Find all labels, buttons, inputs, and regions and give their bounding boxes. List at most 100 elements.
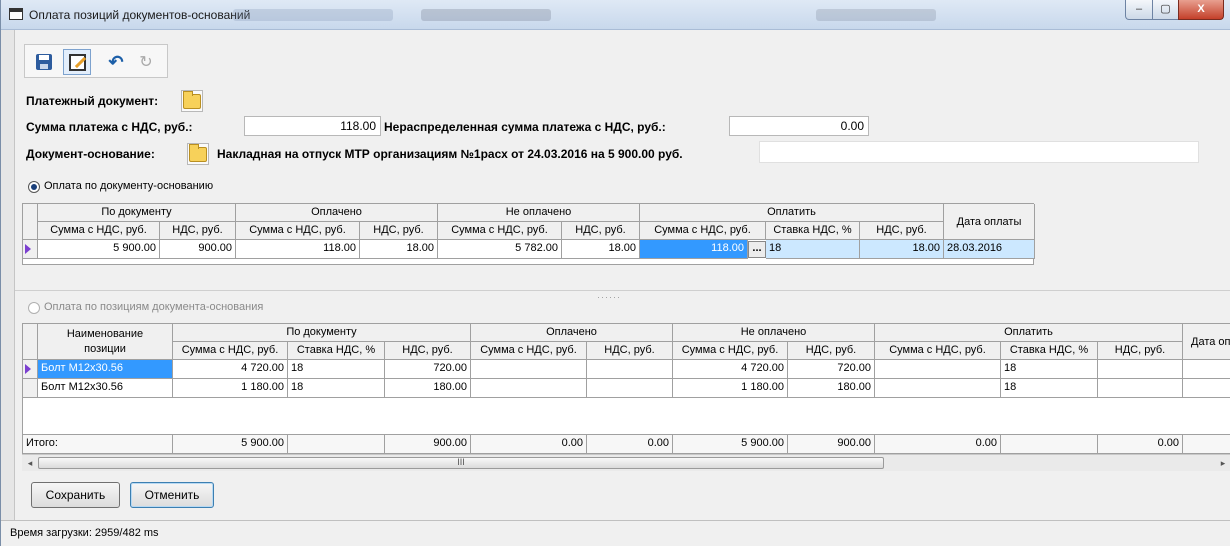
mode-by-document-label: Оплата по документу-основанию <box>44 180 214 192</box>
header-unpaid-sum[interactable]: Сумма с НДС, руб. <box>673 342 788 360</box>
header-paid-vat[interactable]: НДС, руб. <box>587 342 673 360</box>
mode-by-document-radio[interactable] <box>28 181 40 193</box>
splitter[interactable] <box>15 290 1230 293</box>
mode-by-items-radio[interactable] <box>28 302 40 314</box>
cell-topay-rate[interactable]: 18 <box>1001 360 1098 379</box>
cell-topay-vat[interactable]: 18.00 <box>860 240 944 259</box>
minimize-button[interactable]: ‒ <box>1125 0 1153 20</box>
cell-paid-sum[interactable] <box>471 379 587 398</box>
header-unpaid-vat[interactable]: НДС, руб. <box>562 222 640 240</box>
header-topay-vat[interactable]: НДС, руб. <box>1098 342 1183 360</box>
payment-sum-label: Сумма платежа с НДС, руб.: <box>26 120 193 134</box>
blurred-title-part <box>421 9 551 21</box>
payment-sum-field[interactable]: 118.00 <box>244 116 381 136</box>
header-unpaid-sum[interactable]: Сумма с НДС, руб. <box>438 222 562 240</box>
cell-payment-date[interactable] <box>1183 360 1230 379</box>
cell-doc-vat[interactable]: 900.00 <box>160 240 236 259</box>
cell-doc-vat[interactable]: 720.00 <box>385 360 471 379</box>
payment-doc-browse-button[interactable] <box>181 90 203 112</box>
refresh-tool-button[interactable]: ↻ <box>135 51 157 73</box>
cell-payment-date[interactable]: 28.03.2016 <box>944 240 1035 259</box>
cell-topay-vat[interactable] <box>1098 379 1183 398</box>
header-topay-sum[interactable]: Сумма с НДС, руб. <box>640 222 766 240</box>
group-paid: Оплачено <box>471 324 673 342</box>
cell-topay-rate[interactable]: 18 <box>1001 379 1098 398</box>
header-payment-date[interactable]: Дата оплаты <box>944 204 1035 240</box>
window-icon <box>9 8 23 20</box>
cancel-button[interactable]: Отменить <box>130 482 214 508</box>
cell-doc-sum[interactable]: 4 720.00 <box>173 360 288 379</box>
base-doc-browse-button[interactable] <box>187 143 209 165</box>
cell-item-name[interactable]: Болт М12х30.56 <box>38 360 173 379</box>
cell-unpaid-sum[interactable]: 4 720.00 <box>673 360 788 379</box>
header-topay-rate[interactable]: Ставка НДС, % <box>1001 342 1098 360</box>
group-to-pay: Оплатить <box>640 204 944 222</box>
row-indicator[interactable] <box>23 360 38 379</box>
total-doc-rate <box>288 434 385 454</box>
cell-unpaid-vat[interactable]: 720.00 <box>788 360 875 379</box>
header-item-name[interactable]: Наименование позиции <box>38 324 173 360</box>
cell-unpaid-vat[interactable]: 18.00 <box>562 240 640 259</box>
total-unpaid-vat: 900.00 <box>788 434 875 454</box>
total-paid-vat: 0.00 <box>587 434 673 454</box>
header-doc-sum[interactable]: Сумма с НДС, руб. <box>173 342 288 360</box>
cell-payment-date[interactable] <box>1183 379 1230 398</box>
total-topay-rate <box>1001 434 1098 454</box>
refresh-icon: ↻ <box>139 54 153 71</box>
cell-topay-rate[interactable]: 18 <box>766 240 860 259</box>
splitter-grip[interactable]: ······ <box>597 292 621 302</box>
group-unpaid: Не оплачено <box>673 324 875 342</box>
cell-unpaid-sum[interactable]: 5 782.00 <box>438 240 562 259</box>
horizontal-scrollbar[interactable]: ◂ III ▸ <box>22 454 1230 471</box>
cell-paid-sum[interactable]: 118.00 <box>236 240 360 259</box>
ellipsis-button[interactable]: ... <box>748 241 766 258</box>
cell-topay-sum[interactable] <box>875 379 1001 398</box>
header-paid-sum[interactable]: Сумма с НДС, руб. <box>471 342 587 360</box>
total-topay-sum: 0.00 <box>875 434 1001 454</box>
scroll-thumb[interactable]: III <box>38 457 884 469</box>
header-doc-vat[interactable]: НДС, руб. <box>160 222 236 240</box>
header-unpaid-vat[interactable]: НДС, руб. <box>788 342 875 360</box>
cell-topay-vat[interactable] <box>1098 360 1183 379</box>
header-doc-vat[interactable]: НДС, руб. <box>385 342 471 360</box>
group-by-document: По документу <box>173 324 471 342</box>
cell-paid-sum[interactable] <box>471 360 587 379</box>
title-bar[interactable]: Оплата позиций документов-оснований ‒ ▢ … <box>1 0 1230 30</box>
total-topay-vat: 0.00 <box>1098 434 1183 454</box>
cell-paid-vat[interactable]: 18.00 <box>360 240 438 259</box>
cell-doc-rate[interactable]: 18 <box>288 379 385 398</box>
scroll-right-arrow-icon[interactable]: ▸ <box>1216 456 1230 470</box>
cell-unpaid-vat[interactable]: 180.00 <box>788 379 875 398</box>
cell-doc-rate[interactable]: 18 <box>288 360 385 379</box>
cell-topay-sum-editor[interactable]: 118.00 <box>640 240 748 259</box>
unallocated-sum-field[interactable]: 0.00 <box>729 116 869 136</box>
unallocated-sum-label: Нераспределенная сумма платежа с НДС, ру… <box>384 120 666 134</box>
item-payment-grid: Наименование позиции По документу Оплаче… <box>22 323 1230 454</box>
cell-unpaid-sum[interactable]: 1 180.00 <box>673 379 788 398</box>
maximize-button[interactable]: ▢ <box>1152 0 1179 20</box>
cell-doc-sum[interactable]: 1 180.00 <box>173 379 288 398</box>
header-paid-sum[interactable]: Сумма с НДС, руб. <box>236 222 360 240</box>
header-payment-date[interactable]: Дата оп <box>1183 324 1230 360</box>
cell-paid-vat[interactable] <box>587 379 673 398</box>
cell-doc-sum[interactable]: 5 900.00 <box>38 240 160 259</box>
cell-item-name[interactable]: Болт М12х30.56 <box>38 379 173 398</box>
header-paid-vat[interactable]: НДС, руб. <box>360 222 438 240</box>
cell-paid-vat[interactable] <box>587 360 673 379</box>
close-button[interactable]: X <box>1178 0 1224 20</box>
undo-tool-button[interactable]: ↶ <box>105 51 127 73</box>
row-indicator[interactable] <box>23 240 38 259</box>
header-topay-vat[interactable]: НДС, руб. <box>860 222 944 240</box>
header-topay-sum[interactable]: Сумма с НДС, руб. <box>875 342 1001 360</box>
header-doc-rate[interactable]: Ставка НДС, % <box>288 342 385 360</box>
cell-doc-vat[interactable]: 180.00 <box>385 379 471 398</box>
document-payment-grid: По документу Оплачено Не оплачено Оплати… <box>22 203 1035 265</box>
edit-tool-button[interactable] <box>63 49 91 75</box>
row-indicator[interactable] <box>23 379 38 398</box>
header-doc-sum[interactable]: Сумма с НДС, руб. <box>38 222 160 240</box>
header-topay-rate[interactable]: Ставка НДС, % <box>766 222 860 240</box>
cell-topay-sum[interactable] <box>875 360 1001 379</box>
save-tool-button[interactable] <box>33 51 55 73</box>
scroll-left-arrow-icon[interactable]: ◂ <box>23 456 37 470</box>
save-button[interactable]: Сохранить <box>31 482 120 508</box>
